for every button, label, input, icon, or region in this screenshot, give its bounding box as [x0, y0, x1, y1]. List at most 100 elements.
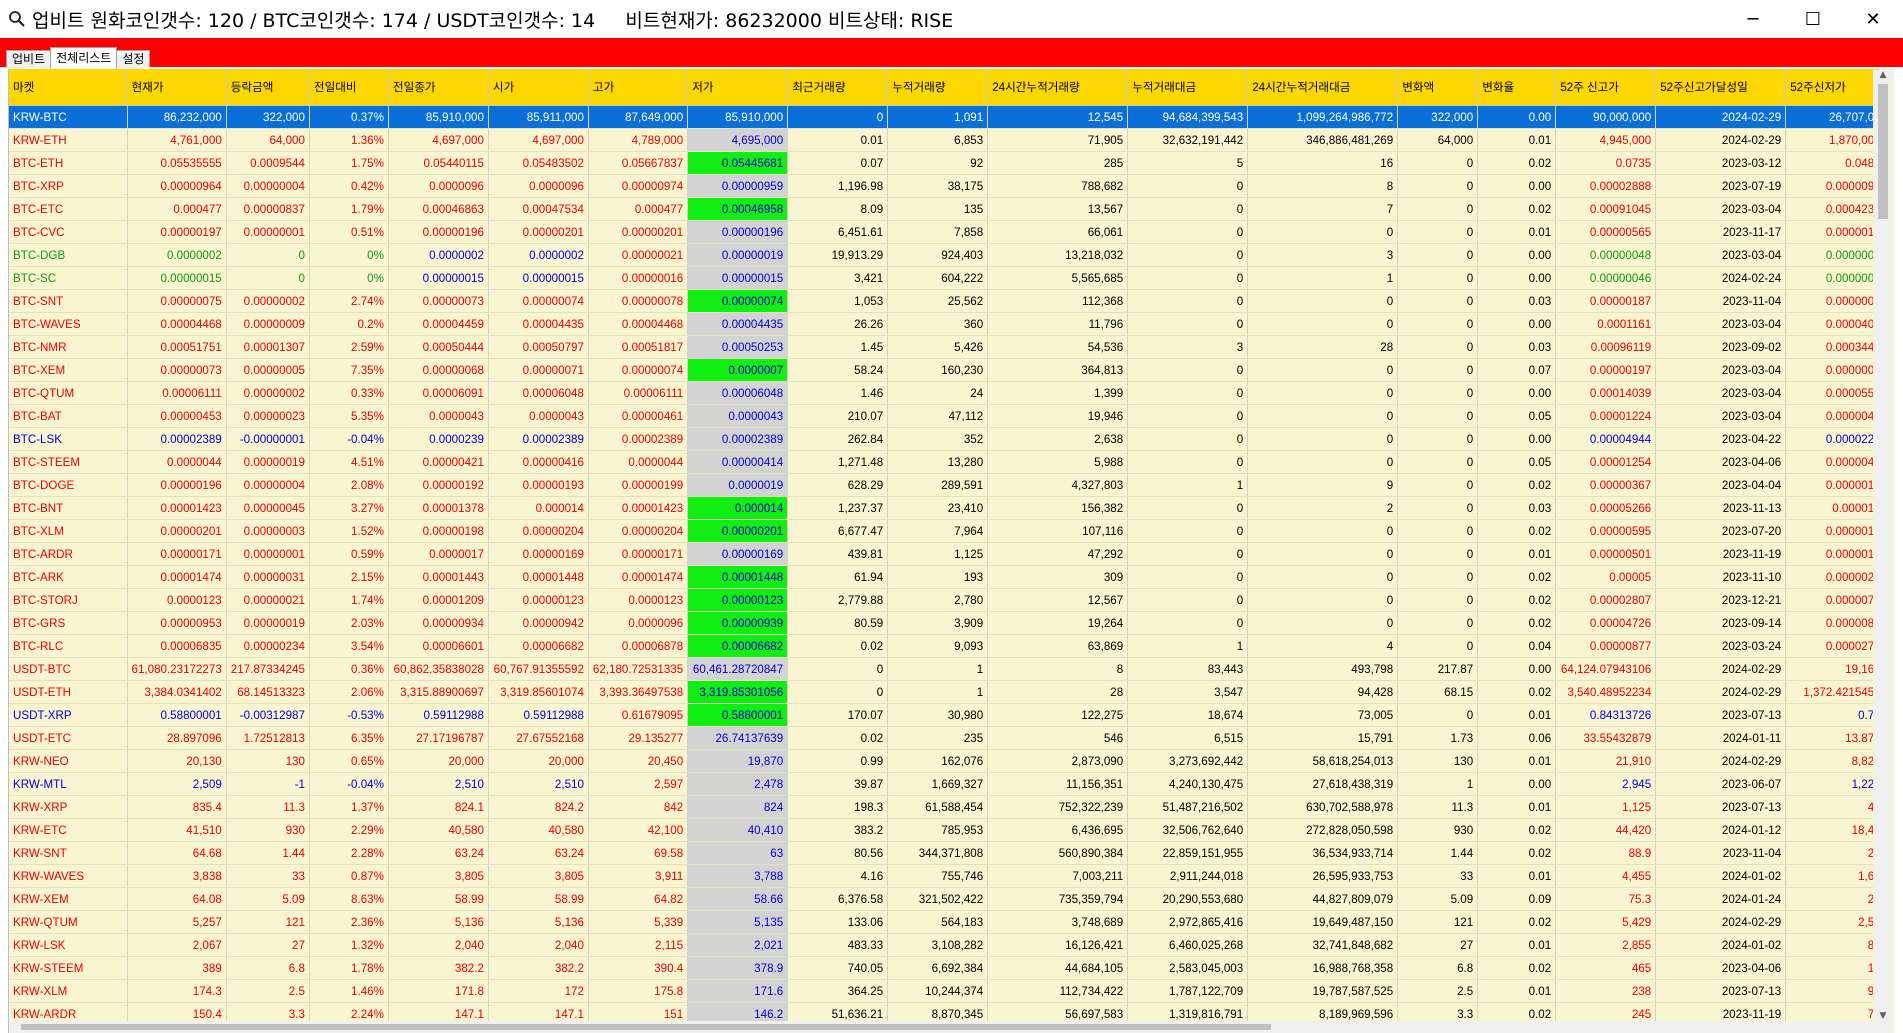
- table-cell: 0.00004468: [127, 312, 227, 336]
- table-row[interactable]: BTC-ARDR 0.00000171 0.00000001 0.59% 0.00000…: [9, 542, 1880, 566]
- table-row[interactable]: KRW-QTUM 5,257 121 2.36% 5,136 5,136 5,339 5,13…: [9, 910, 1880, 934]
- table-cell: 2,040: [388, 933, 489, 957]
- scroll-up-icon[interactable]: ▲: [1873, 70, 1893, 80]
- table-cell: 0.0000002: [388, 243, 489, 267]
- table-cell: 1.73: [1397, 726, 1479, 750]
- table-cell: 60,461.28720847: [687, 657, 789, 681]
- column-header[interactable]: 24시간누적거래량: [987, 69, 1129, 106]
- table-cell: 16: [1247, 151, 1399, 175]
- table-row[interactable]: KRW-NEO 20,130 130 0.65% 20,000 20,000 20,450 1…: [9, 749, 1880, 773]
- table-row[interactable]: BTC-CVC 0.00000197 0.00000001 0.51% 0.000001…: [9, 220, 1880, 244]
- close-button[interactable]: ✕: [1843, 0, 1903, 38]
- table-row[interactable]: KRW-ETH 4,761,000 64,000 1.36% 4,697,000 4,69…: [9, 128, 1880, 152]
- column-header[interactable]: 시가: [488, 69, 589, 106]
- table-row[interactable]: BTC-BAT 0.00000453 0.00000023 5.35% 0.000004…: [9, 404, 1880, 428]
- column-header[interactable]: 마켓: [9, 69, 128, 106]
- table-row[interactable]: BTC-XLM 0.00000201 0.00000003 1.52% 0.000001…: [9, 519, 1880, 543]
- column-header[interactable]: 52주신고가달성일: [1655, 69, 1787, 106]
- table-cell: 2.36%: [309, 910, 389, 934]
- table-cell: 924,403: [887, 243, 989, 267]
- tab-settings[interactable]: 설정: [116, 50, 151, 68]
- table-cell: 0.03: [1477, 289, 1557, 313]
- table-row[interactable]: USDT-ETC 28.897096 1.72512813 6.35% 27.17196…: [9, 726, 1880, 750]
- table-row[interactable]: BTC-SNT 0.00000075 0.00000002 2.74% 0.000000…: [9, 289, 1880, 313]
- column-header[interactable]: 고가: [588, 69, 689, 106]
- maximize-button[interactable]: ☐: [1783, 0, 1843, 38]
- table-row[interactable]: KRW-XEM 64.08 5.09 8.63% 58.99 58.99 64.82 58.6…: [9, 887, 1880, 911]
- table-row[interactable]: BTC-STEEM 0.0000044 0.00000019 4.51% 0.00000…: [9, 450, 1880, 474]
- table-row[interactable]: BTC-GRS 0.00000953 0.00000019 2.03% 0.000009…: [9, 611, 1880, 635]
- table-row[interactable]: KRW-MTL 2,509 -1 -0.04% 2,510 2,510 2,597 2,478…: [9, 772, 1880, 796]
- table-cell: 3,540.48952234: [1555, 680, 1657, 704]
- table-row[interactable]: BTC-DGB 0.0000002 0 0% 0.0000002 0.0000002 0.0…: [9, 243, 1880, 267]
- table-row[interactable]: USDT-XRP 0.58800001 -0.00312987 -0.53% 0.591…: [9, 703, 1880, 727]
- column-header[interactable]: 누적거래량: [887, 69, 989, 106]
- table-cell: 6.8: [226, 956, 310, 980]
- table-row[interactable]: KRW-BTC 86,232,000 322,000 0.37% 85,910,000 8…: [9, 105, 1880, 129]
- table-row[interactable]: BTC-DOGE 0.00000196 0.00000004 2.08% 0.00000…: [9, 473, 1880, 497]
- horizontal-scroll-thumb[interactable]: [21, 1024, 1271, 1030]
- table-cell: 3.27%: [309, 496, 389, 520]
- column-header[interactable]: 현재가: [127, 69, 227, 106]
- table-cell: 26.74137639: [687, 726, 789, 750]
- column-header[interactable]: 최근거래량: [787, 69, 889, 106]
- table-row[interactable]: KRW-SNT 64.68 1.44 2.28% 63.24 63.24 69.58 63 80…: [9, 841, 1880, 865]
- table-row[interactable]: BTC-ARK 0.00001474 0.00000031 2.15% 0.000014…: [9, 565, 1880, 589]
- column-header[interactable]: 등락금액: [226, 69, 310, 106]
- table-cell: 346,886,481,269: [1247, 128, 1399, 152]
- column-header[interactable]: 누적거래대금: [1127, 69, 1249, 106]
- column-header[interactable]: 변화율: [1477, 69, 1557, 106]
- table-cell: 2023-12-21: [1655, 588, 1787, 612]
- table-cell: 0: [1397, 565, 1479, 589]
- tab-full-list[interactable]: 전체리스트: [50, 47, 118, 69]
- table-row[interactable]: BTC-BNT 0.00001423 0.00000045 3.27% 0.000013…: [9, 496, 1880, 520]
- minimize-button[interactable]: ─: [1723, 0, 1783, 38]
- table-row[interactable]: USDT-ETH 3,384.0341402 68.14513323 2.06% 3,3…: [9, 680, 1880, 704]
- column-header[interactable]: 전일대비: [309, 69, 389, 106]
- table-row[interactable]: BTC-ETC 0.000477 0.00000837 1.79% 0.00046863…: [9, 197, 1880, 221]
- table-cell: 2023-11-19: [1655, 542, 1787, 566]
- table-cell: 3,273,692,442: [1127, 749, 1249, 773]
- table-cell: 2,873,090: [987, 749, 1129, 773]
- column-header[interactable]: 52주 신고가: [1555, 69, 1657, 106]
- column-header[interactable]: 변화액: [1397, 69, 1479, 106]
- table-cell: 0.00014039: [1555, 381, 1657, 405]
- table-cell: 930: [1397, 818, 1479, 842]
- table-cell: 2023-03-12: [1655, 151, 1787, 175]
- tab-upbit[interactable]: 업비트: [6, 50, 52, 68]
- table-cell: 13.87: [1785, 726, 1880, 750]
- table-cell: 61.94: [787, 565, 889, 589]
- table-row[interactable]: BTC-ETH 0.05535555 0.0009544 1.75% 0.0544011…: [9, 151, 1880, 175]
- table-cell: 3,384.0341402: [127, 680, 227, 704]
- column-header[interactable]: 24시간누적거래대금: [1247, 69, 1399, 106]
- table-cell: 0.0000043: [388, 404, 489, 428]
- vertical-scrollbar[interactable]: ▲ ▼: [1873, 70, 1893, 1021]
- table-row[interactable]: KRW-WAVES 3,838 33 0.87% 3,805 3,805 3,911 3,78…: [9, 864, 1880, 888]
- table-row[interactable]: BTC-RLC 0.00006835 0.00000234 3.54% 0.000066…: [9, 634, 1880, 658]
- table-row[interactable]: KRW-ETC 41,510 930 2.29% 40,580 40,580 42,100 4…: [9, 818, 1880, 842]
- table-row[interactable]: BTC-STORJ 0.0000123 0.00000021 1.74% 0.00001…: [9, 588, 1880, 612]
- table-cell: 1.36%: [309, 128, 389, 152]
- scroll-down-icon[interactable]: ▼: [1873, 1011, 1893, 1021]
- table-row[interactable]: KRW-XLM 174.3 2.5 1.46% 171.8 172 175.8 171.6 36…: [9, 979, 1880, 1003]
- column-header[interactable]: 전일종가: [388, 69, 489, 106]
- table-row[interactable]: BTC-QTUM 0.00006111 0.00000002 0.33% 0.00006…: [9, 381, 1880, 405]
- table-row[interactable]: KRW-XRP 835.4 11.3 1.37% 824.1 824.2 842 824 198…: [9, 795, 1880, 819]
- table-row[interactable]: BTC-WAVES 0.00004468 0.00000009 0.2% 0.00004…: [9, 312, 1880, 336]
- table-cell: 30,980: [887, 703, 989, 727]
- table-row[interactable]: KRW-STEEM 389 6.8 1.78% 382.2 382.2 390.4 378.9…: [9, 956, 1880, 980]
- table-row[interactable]: BTC-SC 0.00000015 0 0% 0.00000015 0.00000015 0…: [9, 266, 1880, 290]
- table-row[interactable]: BTC-NMR 0.00051751 0.00001307 2.59% 0.000504…: [9, 335, 1880, 359]
- table-row[interactable]: USDT-BTC 61,080.23172273 217.87334245 0.36%…: [9, 657, 1880, 681]
- column-header[interactable]: 저가: [687, 69, 789, 106]
- table-row[interactable]: BTC-XEM 0.00000073 0.00000005 7.35% 0.000000…: [9, 358, 1880, 382]
- table-row[interactable]: KRW-LSK 2,067 27 1.32% 2,040 2,040 2,115 2,021 4…: [9, 933, 1880, 957]
- horizontal-scrollbar[interactable]: [9, 1021, 1873, 1033]
- table-row[interactable]: BTC-XRP 0.00000964 0.00000004 0.42% 0.000009…: [9, 174, 1880, 198]
- table-row[interactable]: BTC-LSK 0.00002389 -0.00000001 -0.04% 0.0000…: [9, 427, 1880, 451]
- table-cell: 0.00046863: [388, 197, 489, 221]
- vertical-scroll-thumb[interactable]: [1878, 84, 1888, 219]
- column-header[interactable]: 52주신저가: [1785, 69, 1880, 106]
- table-cell: 0.02: [787, 726, 889, 750]
- table-cell: 20,130: [127, 749, 227, 773]
